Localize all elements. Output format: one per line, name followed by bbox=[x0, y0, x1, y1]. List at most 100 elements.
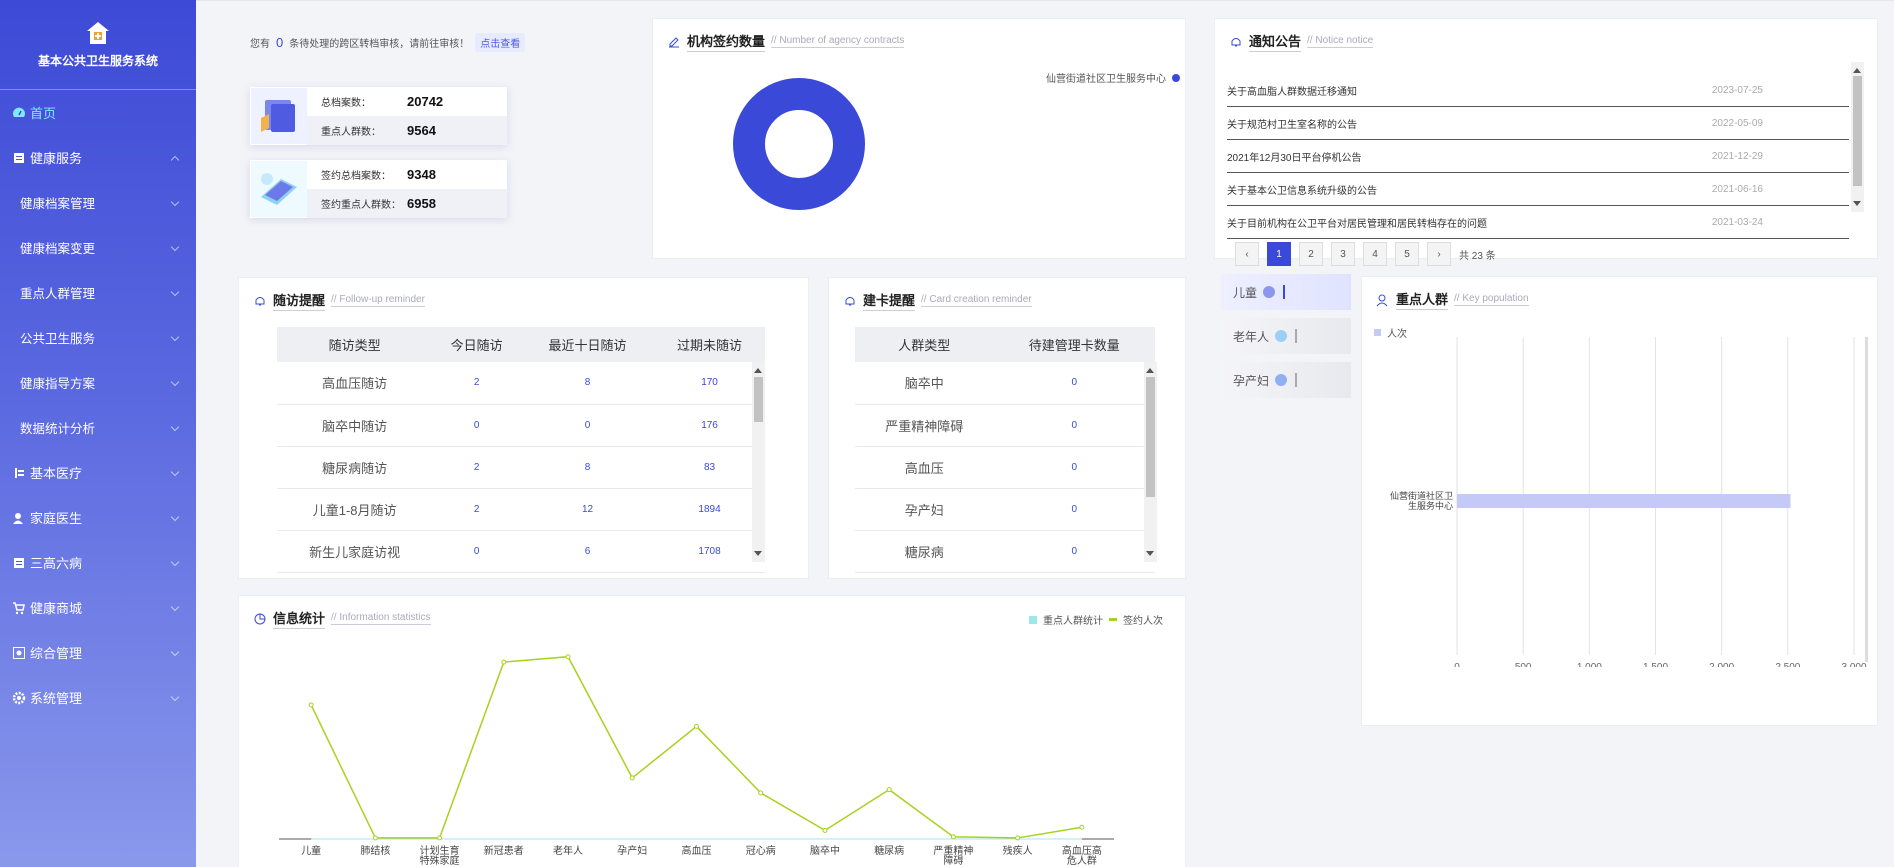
document-icon bbox=[14, 152, 24, 163]
group-tab[interactable]: 儿童 bbox=[1221, 274, 1351, 310]
nav-item-6[interactable]: 健康指导方案 bbox=[0, 360, 196, 405]
notice-item[interactable]: 2021年12月30日平台停机公告 2021-12-29 bbox=[1227, 140, 1849, 173]
legend-label: 重点人群统计 bbox=[1043, 616, 1103, 627]
chevron-down-icon bbox=[170, 377, 180, 387]
page-button[interactable]: 4 bbox=[1363, 242, 1387, 266]
data-point[interactable] bbox=[1015, 835, 1021, 841]
chart-scroll-handle[interactable] bbox=[1865, 337, 1868, 662]
table-row[interactable]: 高血压 0 bbox=[855, 446, 1155, 489]
chevron-down-icon bbox=[170, 242, 180, 252]
nav-item-11[interactable]: 健康商城 bbox=[0, 585, 196, 630]
data-point[interactable] bbox=[565, 654, 571, 660]
data-point[interactable] bbox=[437, 835, 443, 841]
nav-item-label: 健康商城 bbox=[30, 601, 83, 616]
nav-item-label: 综合管理 bbox=[30, 646, 83, 661]
x-tick-label: 2,000 bbox=[1709, 662, 1734, 667]
x-tick-label: 新冠患者 bbox=[484, 844, 524, 857]
followup-scrollbar[interactable] bbox=[752, 362, 765, 562]
donut-chart bbox=[733, 78, 865, 210]
row-value: 1708 bbox=[654, 530, 765, 573]
page-button[interactable]: 5 bbox=[1395, 242, 1419, 266]
nav-item-3[interactable]: 健康档案变更 bbox=[0, 225, 196, 270]
table-row[interactable]: 严重精神障碍 0 bbox=[855, 404, 1155, 447]
nav-item-9[interactable]: 家庭医生 bbox=[0, 495, 196, 540]
bell-icon bbox=[1231, 37, 1241, 46]
nav-item-4[interactable]: 重点人群管理 bbox=[0, 270, 196, 315]
table-row[interactable]: 新生儿家庭访视 0 6 1708 bbox=[277, 530, 765, 573]
data-point[interactable] bbox=[1079, 824, 1085, 830]
nav-item-8[interactable]: 基本医疗 bbox=[0, 450, 196, 495]
data-point[interactable] bbox=[308, 702, 314, 708]
data-point[interactable] bbox=[886, 787, 892, 793]
stat-label: 签约重点人群数： bbox=[321, 200, 401, 211]
data-point[interactable] bbox=[822, 827, 828, 833]
notice-item[interactable]: 关于基本公卫信息系统升级的公告 2021-06-16 bbox=[1227, 173, 1849, 206]
data-point[interactable] bbox=[694, 723, 699, 729]
data-point[interactable] bbox=[372, 835, 378, 841]
chevron-down-icon bbox=[170, 647, 180, 657]
data-point[interactable] bbox=[501, 659, 507, 665]
legend-label: 签约人次 bbox=[1123, 616, 1163, 627]
settings-box-icon bbox=[13, 646, 25, 659]
nav-item-0[interactable]: 首页 bbox=[0, 90, 196, 135]
page-button[interactable]: 3 bbox=[1331, 242, 1355, 266]
page-button[interactable]: 1 bbox=[1267, 242, 1291, 266]
table-row[interactable]: 脑卒中 0 bbox=[855, 362, 1155, 405]
contract-stat-card: 签约总档案数： 9348 签约重点人群数： 6958 bbox=[250, 160, 507, 218]
people-icon bbox=[1376, 294, 1388, 306]
nav-item-12[interactable]: 综合管理 bbox=[0, 630, 196, 675]
table-row[interactable]: 糖尿病 0 bbox=[855, 530, 1155, 573]
info-statistics-card: 信息统计 // Information statistics 重点人群统计 签约人… bbox=[238, 595, 1186, 867]
notice-item[interactable]: 关于规范村卫生室名称的公告 2022-05-09 bbox=[1227, 107, 1849, 140]
table-row[interactable]: 儿童1-8月随访 2 12 1894 bbox=[277, 488, 765, 531]
data-point[interactable] bbox=[758, 790, 764, 796]
key-population-card: 重点人群 // Key population 人次 05001,0001,500… bbox=[1361, 276, 1878, 726]
notice-text: 关于目前机构在公卫平台对居民管理和居民转档存在的问题 bbox=[1227, 218, 1487, 230]
view-pending-button[interactable]: 点击查看 bbox=[475, 33, 526, 52]
table-row[interactable]: 脑卒中随访 0 0 176 bbox=[277, 404, 765, 447]
nav-item-1[interactable]: 健康服务 bbox=[0, 135, 196, 180]
data-point[interactable] bbox=[629, 775, 635, 781]
chevron-down-icon bbox=[170, 602, 180, 612]
x-tick-label: 肺结核 bbox=[360, 844, 390, 857]
notice-item[interactable]: 关于目前机构在公卫平台对居民管理和居民转档存在的问题 2021-03-24 bbox=[1227, 206, 1849, 239]
nav-item-10[interactable]: 三高六病 bbox=[0, 540, 196, 585]
row-label: 新生儿家庭访视 bbox=[277, 530, 433, 573]
group-tab[interactable]: 老年人 bbox=[1221, 318, 1351, 354]
nav-item-7[interactable]: 数据统计分析 bbox=[0, 405, 196, 450]
folder-illustration-icon bbox=[251, 88, 307, 144]
bar[interactable] bbox=[1457, 494, 1791, 508]
notice-item[interactable]: 关于高血脂人群数据迁移通知 2023-07-25 bbox=[1227, 74, 1849, 107]
data-point[interactable] bbox=[950, 834, 956, 840]
card-scrollbar[interactable] bbox=[1144, 362, 1157, 562]
row-label: 高血压 bbox=[855, 446, 994, 489]
nav-item-5[interactable]: 公共卫生服务 bbox=[0, 315, 196, 360]
nav-item-13[interactable]: 系统管理 bbox=[0, 675, 196, 720]
row-value: 0 bbox=[993, 530, 1155, 573]
table-header-row: 随访类型 今日随访 最近十日随访 过期未随访 bbox=[277, 327, 765, 362]
table-row[interactable]: 高血压随访 2 8 170 bbox=[277, 362, 765, 405]
group-tab[interactable]: 孕产妇 bbox=[1221, 362, 1351, 398]
row-value: 0 bbox=[993, 446, 1155, 489]
table-row[interactable]: 糖尿病随访 2 8 83 bbox=[277, 446, 765, 489]
chevron-down-icon bbox=[170, 287, 180, 297]
nav-item-label: 系统管理 bbox=[30, 691, 83, 706]
notice-text: 关于规范村卫生室名称的公告 bbox=[1227, 119, 1357, 131]
notice-card: 通知公告 // Notice notice 关于高血脂人群数据迁移通知 2023-… bbox=[1214, 18, 1878, 266]
table-row[interactable]: 孕产妇 0 bbox=[855, 488, 1155, 531]
next-page-button[interactable]: › bbox=[1427, 242, 1451, 266]
notice-scrollbar[interactable] bbox=[1851, 62, 1864, 212]
nav-item-label: 三高六病 bbox=[30, 556, 83, 571]
row-value: 12 bbox=[520, 488, 655, 531]
keypop-subtitle: // Key population bbox=[1454, 293, 1529, 306]
row-value: 2 bbox=[432, 488, 521, 531]
prev-page-button[interactable]: ‹ bbox=[1235, 242, 1259, 266]
row-label: 脑卒中随访 bbox=[277, 404, 433, 447]
nav-item-2[interactable]: 健康档案管理 bbox=[0, 180, 196, 225]
row-label: 糖尿病随访 bbox=[277, 446, 433, 489]
x-tick-label: 计划生育特殊家庭 bbox=[420, 844, 460, 867]
page-button[interactable]: 2 bbox=[1299, 242, 1323, 266]
x-tick-label: 0 bbox=[1454, 662, 1460, 667]
notice-text: 关于基本公卫信息系统升级的公告 bbox=[1227, 185, 1377, 197]
x-tick-label: 孕产妇 bbox=[617, 844, 647, 857]
